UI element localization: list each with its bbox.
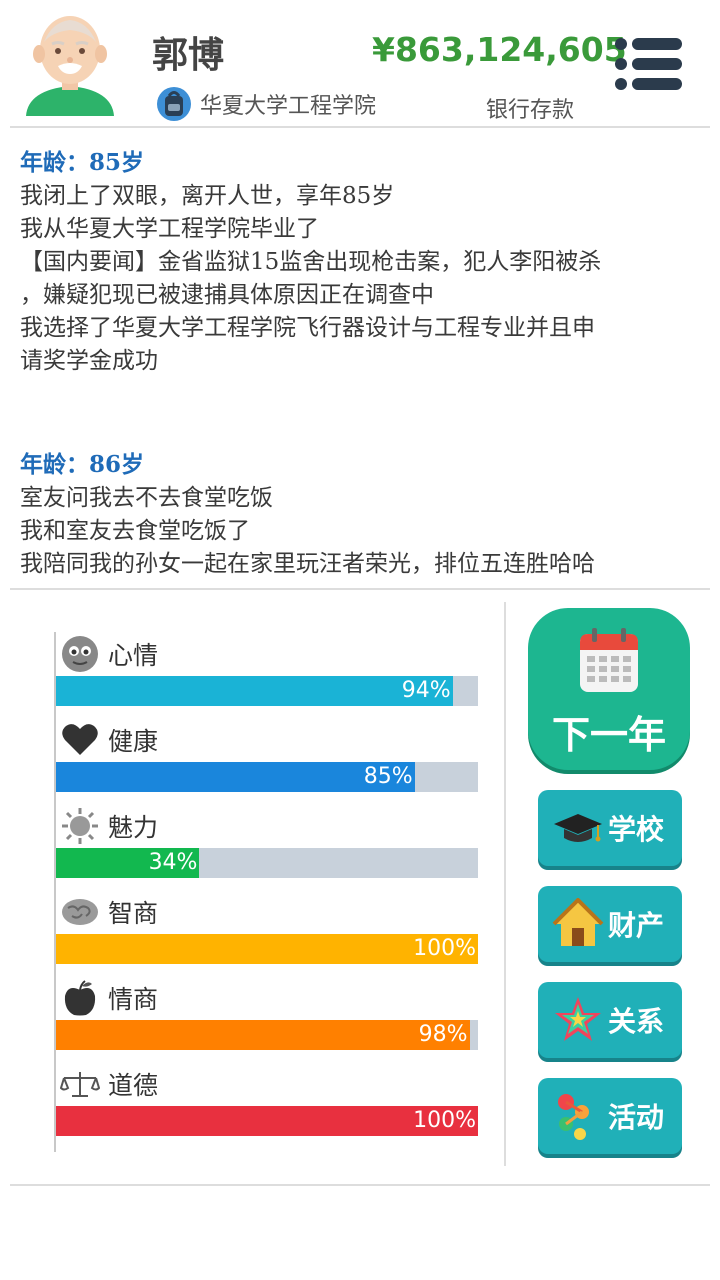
school-name: 华夏大学工程学院	[200, 94, 377, 119]
stat-label: 道德	[108, 1071, 159, 1100]
log-divider	[10, 588, 710, 590]
school-bag-icon	[157, 87, 191, 121]
stat-percent: 34%	[148, 850, 198, 875]
activity-button-label: 活动	[608, 1101, 665, 1134]
heart-icon	[62, 724, 98, 755]
next-year-button[interactable]: 下一年	[528, 608, 690, 770]
stat-percent: 98%	[418, 1022, 468, 1047]
graduation-cap-icon	[554, 814, 602, 842]
stat-label: 魅力	[108, 813, 159, 842]
stat-bar-fill: 100%	[56, 934, 478, 964]
apple-icon	[64, 980, 96, 1016]
log-line: 【国内要闻】金省监狱15监舍出现枪击案，犯人李阳被杀	[20, 249, 602, 275]
stat-percent: 94%	[401, 678, 451, 703]
log-entry: 年龄：85岁 我闭上了双眼，离开人世，享年85岁 我从华夏大学工程学院毕业了 【…	[20, 146, 700, 378]
life-log[interactable]: 年龄：85岁 我闭上了双眼，离开人世，享年85岁 我从华夏大学工程学院毕业了 【…	[20, 146, 700, 582]
header: 郭博 ¥863,124,605 华夏大学工程学院 银行存款	[0, 0, 720, 128]
avatar[interactable]	[22, 8, 118, 118]
stat-percent: 85%	[363, 764, 413, 789]
scale-icon	[60, 1072, 100, 1097]
stat-bar: 85%	[56, 762, 478, 792]
log-line: ，嫌疑犯现已被逮捕具体原因正在调查中	[20, 282, 434, 308]
relations-button-label: 关系	[608, 1005, 665, 1038]
star-icon	[555, 997, 601, 1041]
menu-icon[interactable]	[614, 36, 686, 92]
face-icon	[62, 636, 98, 672]
house-icon	[552, 898, 604, 946]
bank-balance: ¥863,124,605	[372, 30, 627, 69]
log-line: 我陪同我的孙女一起在家里玩汪者荣光，排位五连胜哈哈	[20, 551, 595, 577]
player-name: 郭博	[152, 35, 225, 76]
stat-percent: 100%	[413, 936, 476, 961]
header-divider	[10, 126, 710, 128]
log-line: 我选择了华夏大学工程学院飞行器设计与工程专业并且申	[20, 315, 595, 341]
property-button-label: 财产	[608, 909, 665, 942]
stat-morality: 道德 100%	[54, 1058, 478, 1144]
stat-bar-fill: 34%	[56, 848, 200, 878]
age-heading: 年龄：85岁	[20, 149, 145, 176]
log-line: 我和室友去食堂吃饭了	[20, 518, 250, 544]
stat-health: 健康 85%	[54, 714, 478, 800]
stat-bar-fill: 98%	[56, 1020, 470, 1050]
stat-bar: 100%	[56, 1106, 478, 1136]
stat-charm: 魅力 34%	[54, 800, 478, 886]
school-button[interactable]: 学校	[538, 790, 682, 866]
calendar-icon	[580, 628, 638, 692]
bank-label: 银行存款	[486, 98, 575, 123]
stat-bar: 98%	[56, 1020, 478, 1050]
stat-mood: 心情 94%	[54, 628, 478, 714]
school-button-label: 学校	[608, 813, 665, 846]
stat-iq: 智商 100%	[54, 886, 478, 972]
footer-divider	[10, 1184, 710, 1186]
stat-label: 智商	[108, 899, 159, 928]
stat-label: 心情	[108, 641, 159, 670]
activity-icon	[558, 1094, 589, 1140]
stat-bar: 94%	[56, 676, 478, 706]
age-heading: 年龄：86岁	[20, 451, 145, 478]
stat-bar-fill: 94%	[56, 676, 453, 706]
stat-label: 健康	[108, 727, 159, 756]
stat-bar: 100%	[56, 934, 478, 964]
panel-divider	[504, 602, 506, 1166]
activity-button[interactable]: 活动	[538, 1078, 682, 1154]
stat-eq: 情商 98%	[54, 972, 478, 1058]
sun-icon	[62, 808, 98, 844]
stat-label: 情商	[108, 985, 159, 1014]
stat-bar: 34%	[56, 848, 478, 878]
next-year-label: 下一年	[551, 713, 666, 757]
log-line: 请奖学金成功	[20, 348, 158, 374]
brain-icon	[62, 899, 98, 925]
stat-bar-fill: 100%	[56, 1106, 478, 1136]
relations-button[interactable]: 关系	[538, 982, 682, 1058]
log-line: 室友问我去不去食堂吃饭	[20, 485, 273, 511]
log-entry: 年龄：86岁 室友问我去不去食堂吃饭 我和室友去食堂吃饭了 我陪同我的孙女一起在…	[20, 448, 700, 581]
log-line: 我闭上了双眼，离开人世，享年85岁	[20, 183, 395, 209]
property-button[interactable]: 财产	[538, 886, 682, 962]
log-line: 我从华夏大学工程学院毕业了	[20, 216, 319, 242]
stat-percent: 100%	[413, 1108, 476, 1133]
stat-bar-fill: 85%	[56, 762, 415, 792]
school-info: 华夏大学工程学院	[156, 84, 376, 124]
